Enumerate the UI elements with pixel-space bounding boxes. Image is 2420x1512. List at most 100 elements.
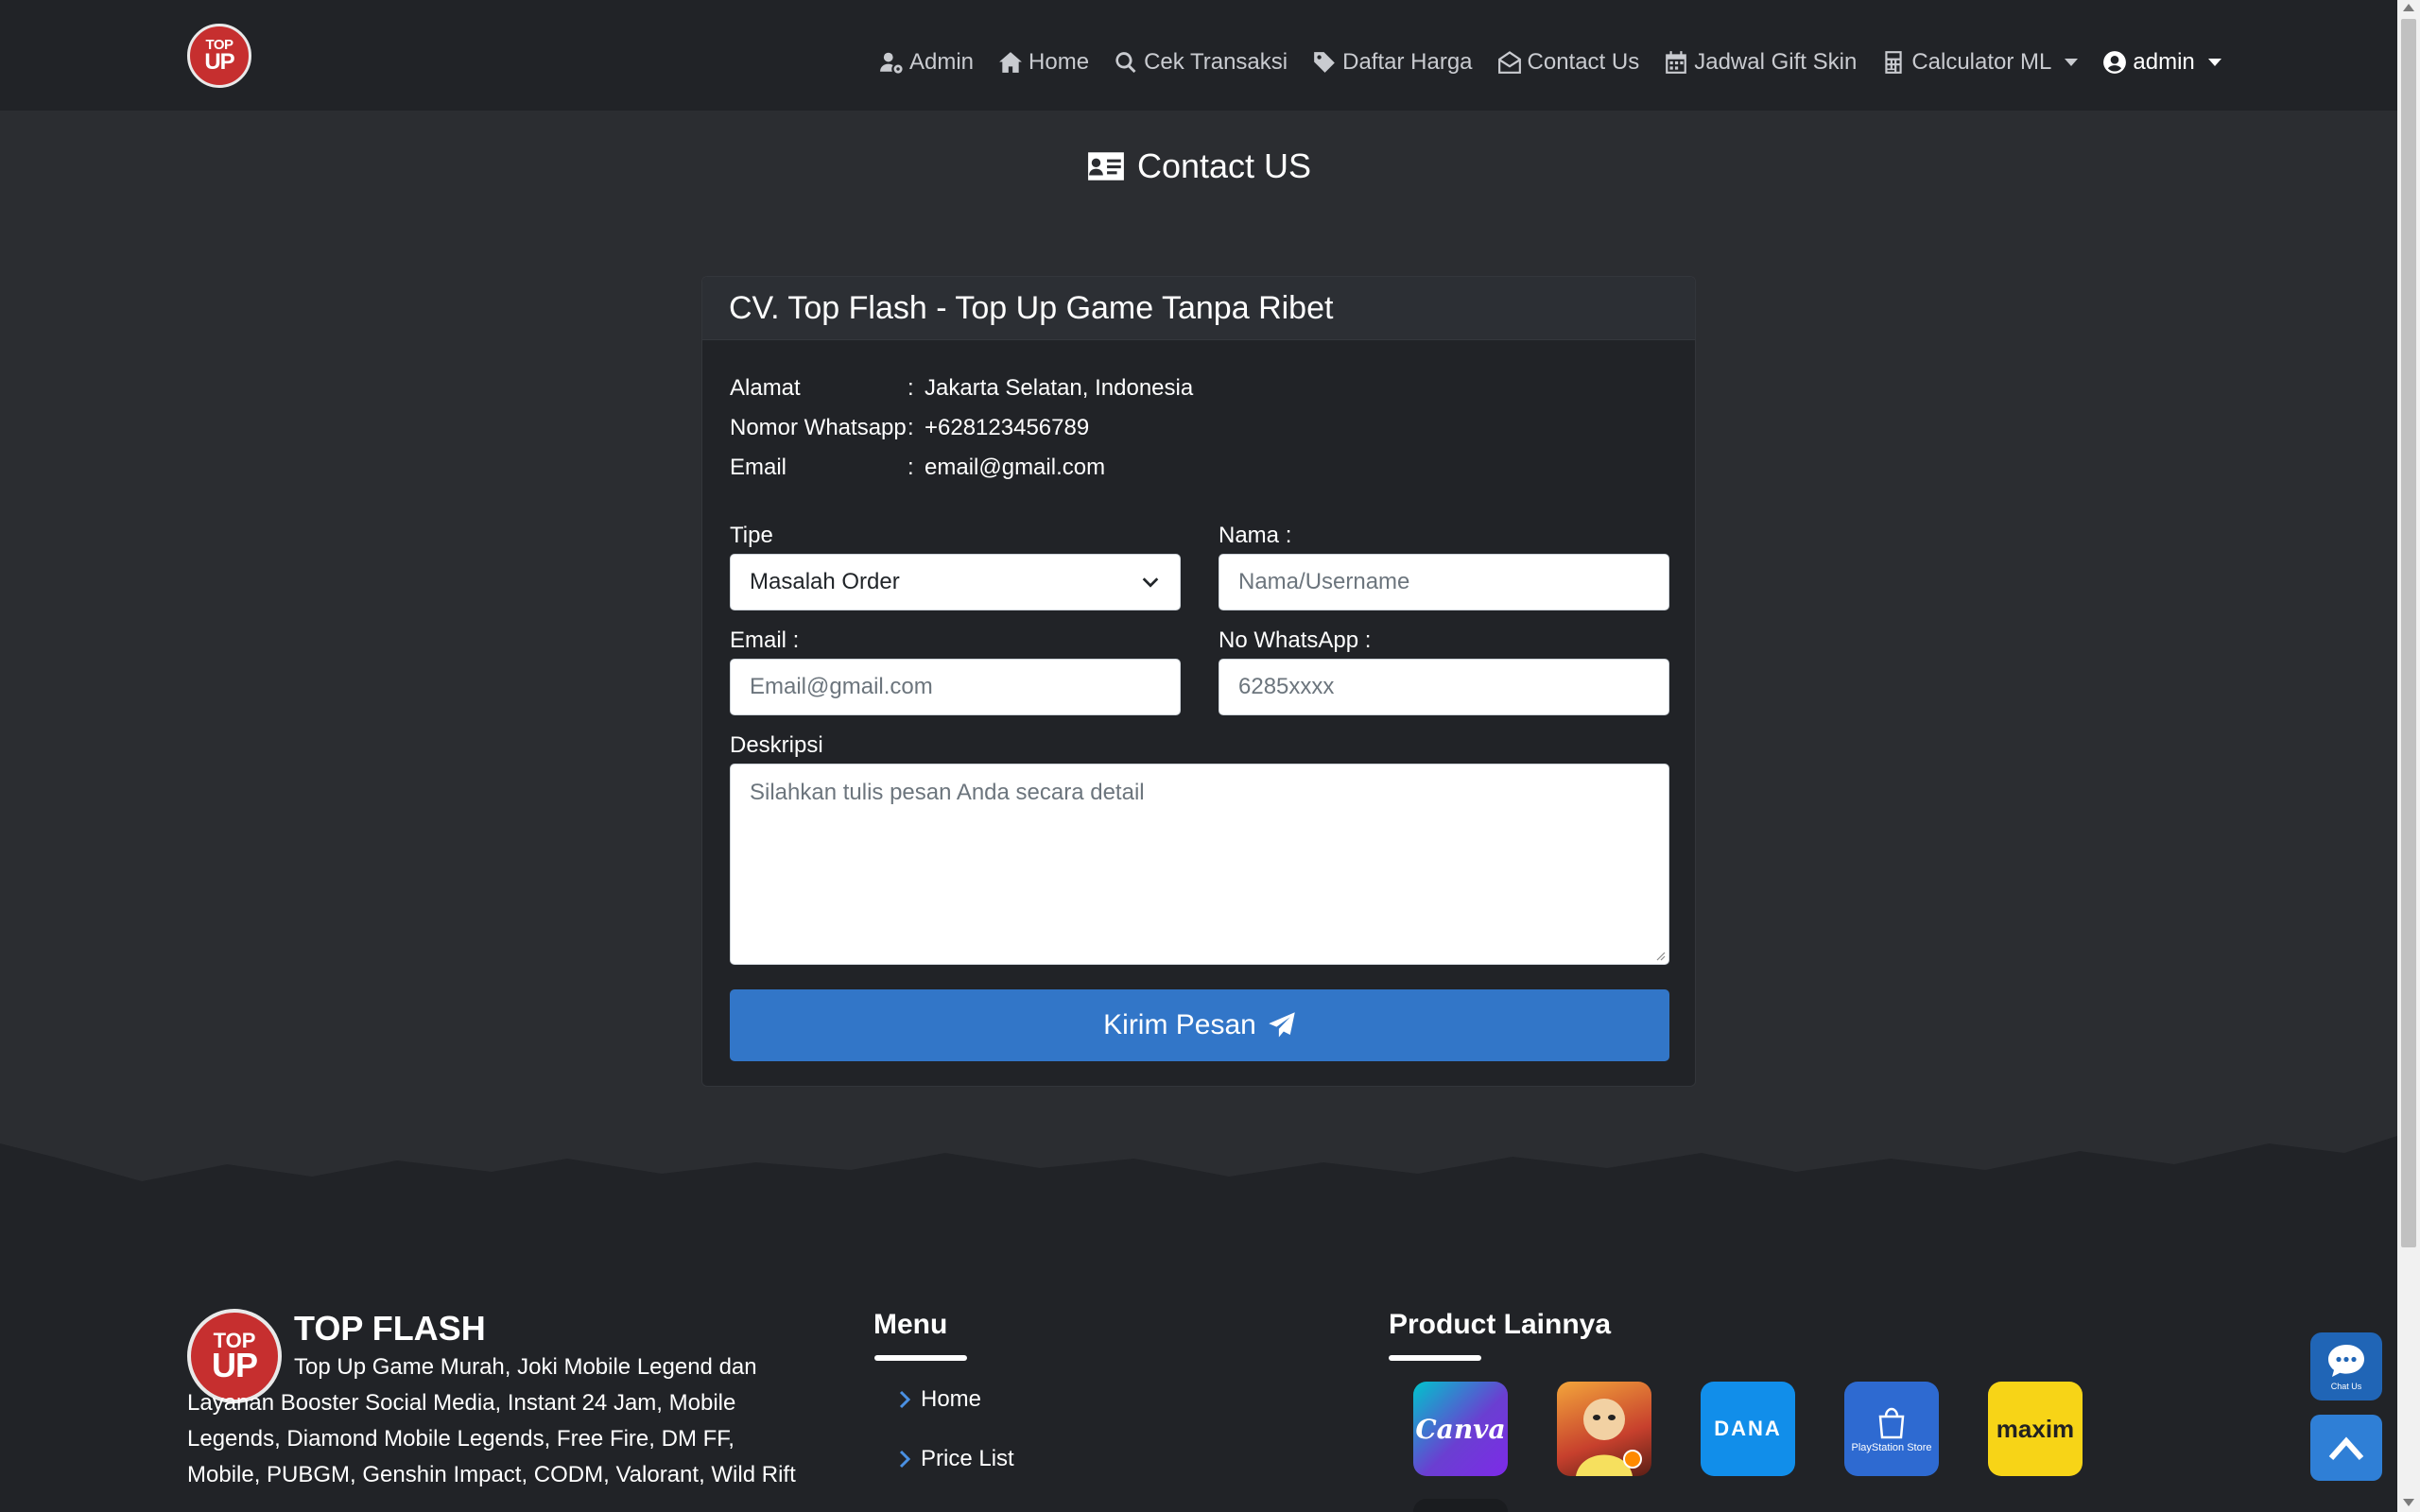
deskripsi-placeholder: Silahkan tulis pesan Anda secara detail: [750, 780, 1145, 805]
nama-label: Nama :: [1219, 523, 1292, 548]
whatsapp-input[interactable]: 6285xxxx: [1219, 659, 1669, 715]
tipe-select-value: Masalah Order: [750, 569, 900, 594]
mountain-divider: [0, 1136, 2397, 1200]
info-key: Email: [730, 455, 787, 480]
page-title-text: Contact US: [1136, 146, 1312, 185]
nav-label-daftar-harga: Daftar Harga: [1342, 49, 1473, 75]
footer-menu-underline: [874, 1355, 967, 1361]
hero-character-icon: [1576, 1399, 1642, 1476]
tipe-label: Tipe: [730, 523, 773, 548]
product-game-hero[interactable]: [1557, 1382, 1651, 1476]
info-row-alamat: Alamat : Jakarta Selatan, Indonesia: [730, 369, 1193, 408]
footer-menu-item-home[interactable]: Home: [898, 1386, 981, 1413]
nav-item-jadwal-gift-skin[interactable]: Jadwal Gift Skin: [1664, 49, 1857, 76]
email-input[interactable]: Email@gmail.com: [730, 659, 1181, 715]
info-sep: :: [908, 415, 914, 440]
scrollbar-thumb[interactable]: [2401, 19, 2416, 1247]
footer-products-underline: [1389, 1355, 1481, 1361]
nav-user-label: admin: [2133, 49, 2195, 75]
deskripsi-textarea[interactable]: Silahkan tulis pesan Anda secara detail: [730, 764, 1669, 965]
user-gear-icon: [880, 52, 903, 74]
nav-item-contact-us[interactable]: Contact Us: [1497, 49, 1639, 76]
home-icon: [999, 52, 1022, 73]
product-dana[interactable]: DANA: [1701, 1382, 1795, 1476]
chevron-right-icon: [899, 1390, 911, 1409]
nav-label-admin: Admin: [909, 49, 975, 75]
brand-logo[interactable]: TOP UP: [187, 24, 251, 88]
nama-input-placeholder: Nama/Username: [1238, 569, 1410, 594]
whatsapp-label: No WhatsApp :: [1219, 627, 1372, 653]
nav-label-cek-transaksi: Cek Transaksi: [1144, 49, 1288, 75]
nav-label-calculator-ml: Calculator ML: [1911, 49, 2052, 75]
card-header: CV. Top Flash - Top Up Game Tanpa Ribet: [702, 277, 1695, 340]
email-label: Email :: [730, 627, 800, 653]
product-label: Canva: [1415, 1413, 1506, 1445]
footer-menu-label: Price List: [921, 1446, 1014, 1471]
info-sep: :: [908, 375, 914, 401]
page-title: Contact US: [0, 146, 2397, 186]
calendar-icon: [1666, 51, 1687, 74]
chat-us-label: Chat Us: [2330, 1382, 2362, 1391]
product-label: PlayStation Store: [1851, 1442, 1932, 1453]
chevron-up-icon: [2328, 1436, 2364, 1460]
email-input-placeholder: Email@gmail.com: [750, 674, 933, 699]
product-label: DANA: [1714, 1417, 1782, 1440]
envelope-open-icon: [1497, 51, 1521, 74]
product-label: maxim: [1996, 1414, 2075, 1443]
footer-products-heading: Product Lainnya: [1389, 1309, 1612, 1340]
logo-text-bottom: UP: [204, 49, 234, 75]
product-canva[interactable]: Canva: [1413, 1382, 1508, 1476]
navbar: TOP UP Admin Home Cek Transaksi Daftar H…: [0, 0, 2397, 111]
chevron-down-icon: [2065, 59, 2079, 66]
chevron-down-icon: [2207, 59, 2221, 66]
whatsapp-input-placeholder: 6285xxxx: [1238, 674, 1335, 699]
chevron-right-icon: [899, 1450, 911, 1469]
chevron-down-icon: [1142, 577, 1159, 588]
scroll-down-arrow-icon[interactable]: [2403, 1499, 2414, 1506]
resize-handle-icon[interactable]: [1654, 950, 1666, 961]
product-maxim[interactable]: maxim: [1988, 1382, 2083, 1476]
deskripsi-label: Deskripsi: [730, 732, 823, 758]
footer-menu-item-price-list[interactable]: Price List: [898, 1446, 1014, 1472]
info-row-whatsapp: Nomor Whatsapp : +628123456789: [730, 408, 1193, 448]
chat-bubble-icon: [2328, 1345, 2364, 1377]
info-row-email: Email : email@gmail.com: [730, 448, 1193, 488]
footer-description: Top Up Game Murah, Joki Mobile Legend da…: [187, 1354, 796, 1487]
contact-card-icon: [1088, 152, 1124, 180]
info-key: Nomor Whatsapp: [730, 415, 907, 440]
paper-plane-icon: [1269, 1012, 1295, 1038]
nav-label-jadwal-gift-skin: Jadwal Gift Skin: [1694, 49, 1858, 75]
nav-item-admin[interactable]: Admin: [879, 49, 974, 76]
nav-label-home: Home: [1028, 49, 1090, 75]
product-next-row[interactable]: [1413, 1499, 1508, 1512]
calculator-icon: [1885, 51, 1902, 74]
contact-info: Alamat : Jakarta Selatan, Indonesia Nomo…: [730, 369, 1193, 488]
tag-icon: [1314, 52, 1335, 73]
info-value: +628123456789: [925, 415, 1090, 440]
nav-item-calculator-ml[interactable]: Calculator ML: [1881, 49, 2079, 76]
tipe-select[interactable]: Masalah Order: [730, 554, 1181, 610]
kirim-pesan-button[interactable]: Kirim Pesan: [730, 989, 1669, 1061]
nav-item-cek-transaksi[interactable]: Cek Transaksi: [1114, 49, 1288, 76]
footer-menu-heading: Menu: [873, 1309, 948, 1340]
nama-input[interactable]: Nama/Username: [1219, 554, 1669, 610]
info-sep: :: [908, 455, 914, 480]
contact-card: CV. Top Flash - Top Up Game Tanpa Ribet …: [701, 276, 1696, 1087]
product-playstation-store[interactable]: PlayStation Store: [1844, 1382, 1939, 1476]
scroll-to-top-button[interactable]: [2310, 1415, 2382, 1481]
nav-links: Admin Home Cek Transaksi Daftar Harga Co…: [879, 49, 2221, 76]
nav-item-daftar-harga[interactable]: Daftar Harga: [1312, 49, 1473, 76]
kirim-pesan-label: Kirim Pesan: [1103, 1009, 1256, 1040]
nav-user-menu[interactable]: admin: [2102, 49, 2221, 76]
footer-brand: TOP FLASH: [294, 1309, 486, 1348]
footer-menu-label: Home: [921, 1386, 982, 1412]
info-value: email@gmail.com: [925, 455, 1106, 480]
nav-item-home[interactable]: Home: [998, 49, 1089, 76]
user-circle-icon: [2103, 51, 2127, 74]
chat-us-button[interactable]: Chat Us: [2310, 1332, 2382, 1400]
info-key: Alamat: [730, 375, 801, 401]
shopping-bag-icon: [1878, 1407, 1905, 1439]
scroll-up-arrow-icon[interactable]: [2403, 4, 2414, 11]
search-icon: [1115, 52, 1136, 74]
info-value: Jakarta Selatan, Indonesia: [925, 375, 1194, 401]
